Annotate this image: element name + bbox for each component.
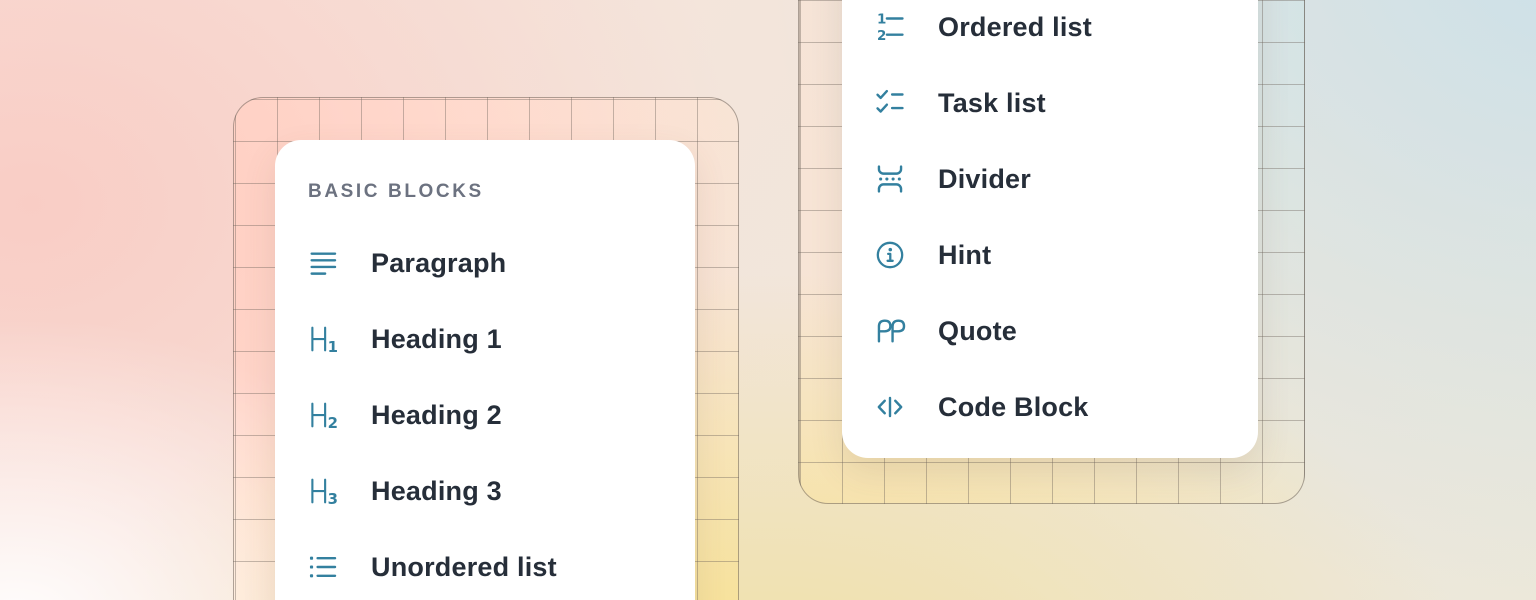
menu-item-label: Heading 3 xyxy=(371,476,502,507)
basic-blocks-item-list: Paragraph 1 Heading 1 2 Heading 2 3 Heading 3 U… xyxy=(275,225,695,600)
menu-item-label: Quote xyxy=(938,316,1017,347)
divider-icon xyxy=(873,162,907,196)
menu-item-label: Ordered list xyxy=(938,12,1092,43)
menu-item-label: Heading 1 xyxy=(371,324,502,355)
basic-blocks-menu-card: BASIC BLOCKS Paragraph 1 Heading 1 2 Heading… xyxy=(275,140,695,600)
blocks-item-list: 12 Ordered list Task list Divider Hint Quote C… xyxy=(842,0,1258,445)
menu-item-label: Paragraph xyxy=(371,248,506,279)
menu-item-label: Unordered list xyxy=(371,552,557,583)
blocks-menu-card-continued: 12 Ordered list Task list Divider Hint Quote C… xyxy=(842,0,1258,458)
menu-item-hint[interactable]: Hint xyxy=(842,217,1258,293)
svg-text:3: 3 xyxy=(328,490,338,508)
menu-item-quote[interactable]: Quote xyxy=(842,293,1258,369)
menu-item-label: Divider xyxy=(938,164,1031,195)
menu-item-label: Task list xyxy=(938,88,1046,119)
menu-item-heading-3[interactable]: 3 Heading 3 xyxy=(275,453,695,529)
menu-item-unordered-list[interactable]: Unordered list xyxy=(275,529,695,600)
task-list-icon xyxy=(873,86,907,120)
hint-icon xyxy=(873,238,907,272)
heading-2-icon: 2 xyxy=(306,398,340,432)
menu-item-divider[interactable]: Divider xyxy=(842,141,1258,217)
svg-text:2: 2 xyxy=(877,29,886,44)
menu-item-paragraph[interactable]: Paragraph xyxy=(275,225,695,301)
menu-item-label: Heading 2 xyxy=(371,400,502,431)
svg-text:1: 1 xyxy=(328,338,338,356)
menu-item-task-list[interactable]: Task list xyxy=(842,65,1258,141)
paragraph-icon xyxy=(306,246,340,280)
heading-3-icon: 3 xyxy=(306,474,340,508)
menu-item-code-block[interactable]: Code Block xyxy=(842,369,1258,445)
menu-item-heading-2[interactable]: 2 Heading 2 xyxy=(275,377,695,453)
heading-1-icon: 1 xyxy=(306,322,340,356)
ordered-list-icon: 12 xyxy=(873,10,907,44)
background: BASIC BLOCKS Paragraph 1 Heading 1 2 Heading… xyxy=(0,0,1536,600)
quote-icon xyxy=(873,314,907,348)
svg-text:1: 1 xyxy=(877,13,886,28)
code-block-icon xyxy=(873,390,907,424)
menu-item-label: Hint xyxy=(938,240,991,271)
unordered-list-icon xyxy=(306,550,340,584)
menu-item-heading-1[interactable]: 1 Heading 1 xyxy=(275,301,695,377)
svg-text:2: 2 xyxy=(328,414,338,432)
menu-item-ordered-list[interactable]: 12 Ordered list xyxy=(842,0,1258,65)
section-label-basic-blocks: BASIC BLOCKS xyxy=(275,178,695,206)
menu-item-label: Code Block xyxy=(938,392,1089,423)
